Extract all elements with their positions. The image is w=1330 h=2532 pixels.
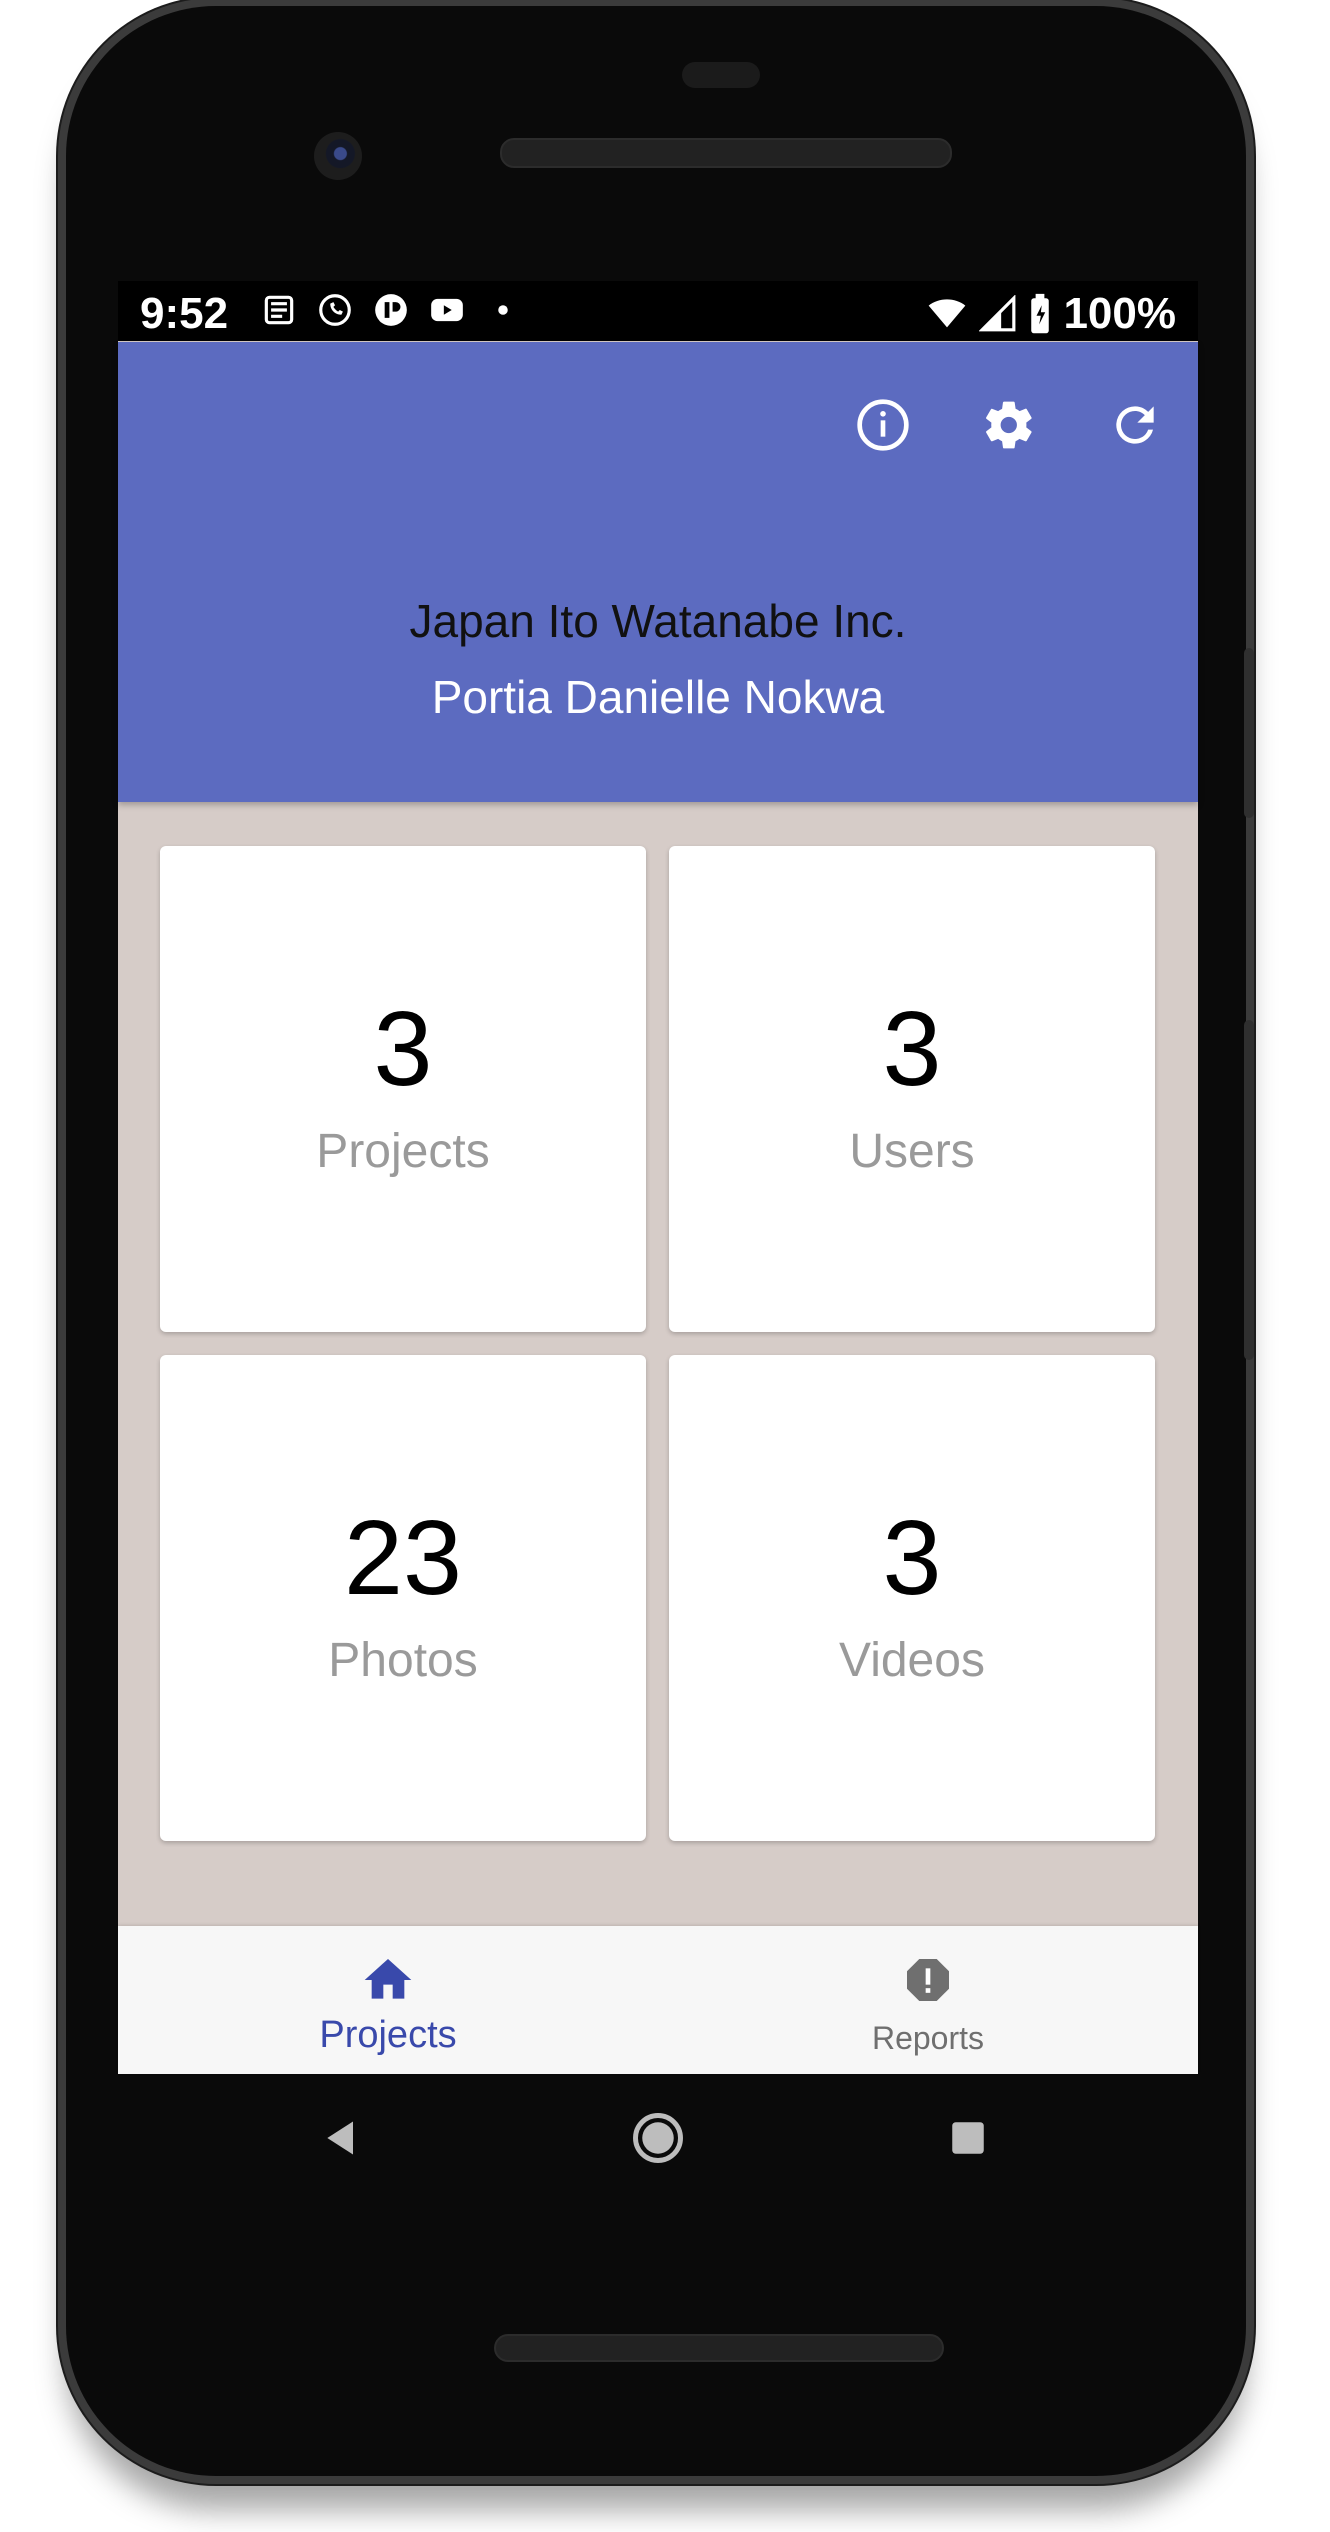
status-time: 9:52 (140, 289, 229, 338)
videos-label: Videos (839, 1634, 985, 1687)
projects-label: Projects (316, 1125, 490, 1178)
users-count: 3 (882, 990, 942, 1108)
dot-icon (498, 305, 508, 315)
company-name: Japan Ito Watanabe Inc. (409, 595, 907, 647)
status-bar: 9:52 100% (118, 281, 1198, 341)
bottom-speaker (494, 2334, 944, 2362)
bottom-navigation: Projects Reports (118, 1926, 1198, 2074)
power-button (1244, 648, 1254, 818)
signal-icon (979, 295, 1016, 332)
report-icon (907, 1959, 949, 2001)
home-button[interactable] (618, 2098, 698, 2178)
videos-count: 3 (882, 1499, 942, 1617)
projects-count: 3 (373, 990, 433, 1108)
volume-button (1244, 1020, 1254, 1360)
whatsapp-icon (319, 294, 351, 326)
proximity-sensor (682, 62, 760, 88)
battery-percent: 100% (1063, 289, 1176, 338)
app-header: Japan Ito Watanabe Inc. Portia Danielle … (118, 342, 1198, 802)
front-camera (314, 132, 362, 180)
battery-icon (1031, 293, 1050, 334)
refresh-button[interactable] (1072, 380, 1198, 470)
settings-button[interactable] (946, 380, 1072, 470)
back-icon (327, 2121, 353, 2155)
earpiece-speaker (500, 138, 952, 168)
home-circle-icon (633, 2113, 683, 2163)
recents-icon (952, 2122, 984, 2154)
app-icon (375, 294, 407, 326)
refresh-icon (1116, 406, 1154, 444)
back-button[interactable] (302, 2098, 382, 2178)
tab-reports-label: Reports (871, 2020, 985, 2056)
users-card[interactable]: 3 Users (669, 846, 1155, 1332)
recents-button[interactable] (928, 2098, 1008, 2178)
news-icon (264, 295, 294, 325)
tab-projects[interactable]: Projects (118, 1926, 658, 2074)
home-icon (364, 1959, 412, 1999)
users-label: Users (849, 1125, 975, 1178)
settings-icon (986, 401, 1032, 449)
projects-card[interactable]: 3 Projects (160, 846, 646, 1332)
info-icon (857, 399, 909, 451)
photos-card[interactable]: 23 Photos (160, 1355, 646, 1841)
tab-reports[interactable]: Reports (658, 1926, 1198, 2074)
system-navigation-bar (118, 2074, 1198, 2200)
user-name: Portia Danielle Nokwa (431, 671, 885, 723)
photos-label: Photos (328, 1634, 478, 1687)
photos-count: 23 (344, 1499, 462, 1617)
tab-projects-label: Projects (319, 2014, 457, 2056)
wifi-icon (929, 299, 966, 328)
videos-card[interactable]: 3 Videos (669, 1355, 1155, 1841)
info-button[interactable] (820, 380, 946, 470)
youtube-icon (431, 298, 463, 322)
